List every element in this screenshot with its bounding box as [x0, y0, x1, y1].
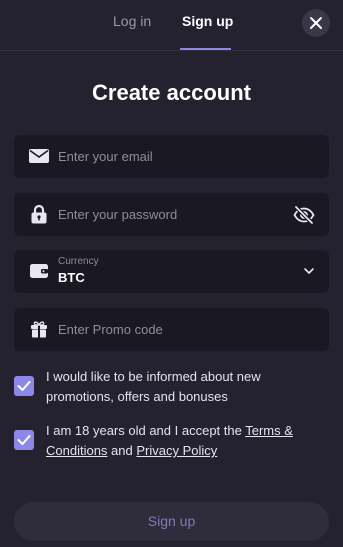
- check-icon: [17, 435, 31, 445]
- currency-label: Currency: [58, 256, 99, 267]
- close-icon: [310, 17, 322, 29]
- promo-placeholder: Enter Promo code: [58, 322, 163, 337]
- email-field[interactable]: Enter your email: [14, 135, 329, 178]
- terms-and: and: [107, 443, 137, 458]
- email-placeholder: Enter your email: [58, 149, 153, 164]
- marketing-checkbox[interactable]: [14, 376, 34, 396]
- page-title: Create account: [92, 80, 251, 105]
- password-field[interactable]: Enter your password: [14, 193, 329, 236]
- terms-prefix: I am 18 years old and I accept the: [46, 423, 246, 438]
- close-button[interactable]: [302, 9, 330, 37]
- currency-select[interactable]: Currency BTC: [14, 250, 329, 293]
- signup-modal: Log in Sign up Create account Enter your…: [0, 0, 343, 547]
- active-tab-indicator: [180, 48, 231, 50]
- auth-tabs: Log in Sign up: [0, 0, 343, 51]
- terms-consent-text: I am 18 years old and I accept the Terms…: [46, 421, 331, 461]
- wallet-icon: [29, 261, 49, 281]
- tab-login[interactable]: Log in: [113, 13, 151, 29]
- signup-submit-button[interactable]: Sign up: [14, 502, 329, 541]
- terms-checkbox[interactable]: [14, 430, 34, 450]
- eye-off-icon[interactable]: [293, 204, 315, 226]
- chevron-down-icon: [304, 268, 314, 274]
- tab-signup[interactable]: Sign up: [182, 13, 233, 29]
- lock-icon: [29, 204, 49, 224]
- promo-code-field[interactable]: Enter Promo code: [14, 308, 329, 351]
- privacy-policy-link[interactable]: Privacy Policy: [136, 443, 217, 458]
- mail-icon: [29, 146, 49, 166]
- check-icon: [17, 381, 31, 391]
- password-placeholder: Enter your password: [58, 207, 178, 222]
- gift-icon: [29, 319, 49, 339]
- marketing-consent-text: I would like to be informed about new pr…: [46, 369, 261, 404]
- currency-value: BTC: [58, 270, 85, 285]
